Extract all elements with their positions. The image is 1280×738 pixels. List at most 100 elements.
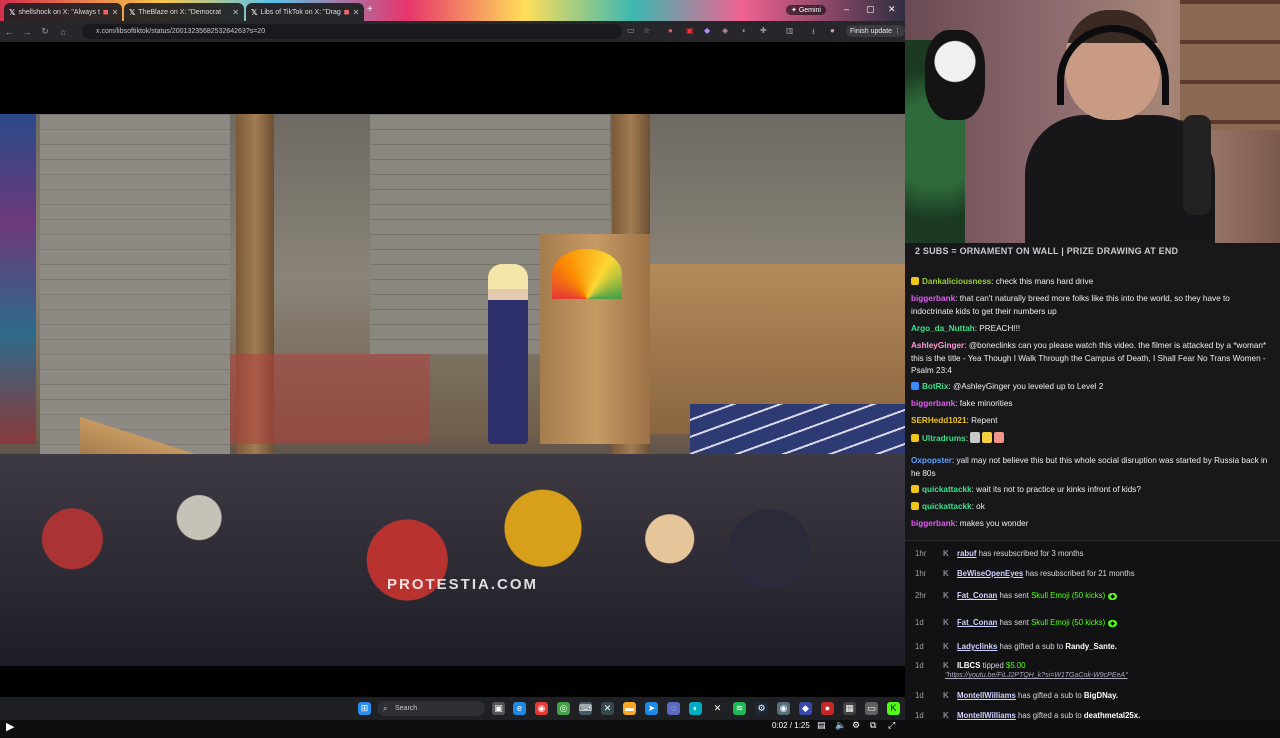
profile-avatar-icon[interactable]: ● [830, 26, 835, 35]
chat-text: wait its not to practice ur kinks infron… [976, 485, 1141, 494]
tab-libsoftiktok[interactable]: 𝕏 Libs of TikTok on X: "Drag ◼ ✕ [246, 3, 364, 21]
app-icon[interactable]: ⌨ [579, 702, 592, 715]
chat-username[interactable]: AshleyGinger [911, 341, 964, 350]
feed-text: Fat_Conan has sent Skull Emoji (50 kicks… [957, 618, 1117, 627]
reload-icon[interactable]: ↻ [36, 26, 54, 37]
bookmark-star-icon[interactable]: ☆ [643, 26, 650, 35]
feed-username[interactable]: MontellWilliams [957, 711, 1016, 720]
feed-username[interactable]: BeWiseOpenEyes [957, 569, 1023, 578]
chat-username[interactable]: SERHedd1021 [911, 416, 967, 425]
file-explorer-icon[interactable]: ▬ [623, 702, 636, 715]
chat-username[interactable]: Argo_da_Nuttah [911, 324, 975, 333]
feed-username[interactable]: rabuf [957, 549, 977, 558]
chat-username[interactable]: quickattackk [922, 485, 972, 494]
tab-theblaze[interactable]: 𝕏 TheBlaze on X: "Democrat ✕ [124, 3, 244, 21]
chat-message: quickattackk: ok [911, 501, 1273, 514]
feed-username[interactable]: ILBCS [957, 661, 980, 670]
kids-table [230, 354, 430, 444]
feed-age: 1d [915, 642, 924, 651]
spotify-icon[interactable]: ≋ [733, 702, 746, 715]
app-icon[interactable]: ◌ [667, 702, 680, 715]
chrome-icon[interactable]: ◉ [535, 702, 548, 715]
chat-username[interactable]: Ultradrums [922, 434, 966, 443]
feed-gift-target[interactable]: BigDNay. [1084, 691, 1118, 700]
gemini-button[interactable]: ✦ Gemini [786, 5, 826, 15]
back-icon[interactable]: ← [0, 27, 18, 37]
task-view-icon[interactable]: ▣ [492, 702, 505, 715]
url-field[interactable]: x.com/libsoftiktok/status/20013235682532… [82, 24, 622, 39]
finish-update-button[interactable]: Finish update ⋮ [846, 25, 905, 37]
home-icon[interactable]: ⌂ [54, 27, 72, 37]
close-tab-icon[interactable]: ✕ [232, 8, 239, 17]
mute-icon[interactable]: ◼ [344, 8, 350, 16]
feed-username[interactable]: Fat_Conan [957, 618, 997, 627]
chat-username[interactable]: Dankaliciousness [922, 277, 991, 286]
app-icon[interactable]: ● [821, 702, 834, 715]
windows-start-icon[interactable]: ⊞ [358, 702, 371, 715]
settings-gear-icon[interactable]: ⚙ [852, 720, 860, 731]
chat-username[interactable]: quickattackk [922, 502, 972, 511]
chat-username[interactable]: biggerbank [911, 399, 955, 408]
picture-in-picture-icon[interactable]: ⧉ [870, 720, 876, 731]
app-icon[interactable]: ◐ [689, 702, 702, 715]
new-tab-button[interactable]: + [367, 4, 373, 15]
chat-badge-icon [911, 382, 919, 390]
chat-username[interactable]: BotRix [922, 382, 948, 391]
feed-gift-target[interactable]: deathmetal25x. [1084, 711, 1140, 720]
feed-tip-link[interactable]: "https://youtu.be/FiLJ2PTQH_k?si=W1TGaCo… [945, 672, 1128, 679]
mascot-figure [925, 30, 985, 120]
chat-message: Dankaliciousness: check this mans hard d… [911, 276, 1273, 289]
feed-username[interactable]: MontellWilliams [957, 691, 1016, 700]
close-tab-icon[interactable]: ✕ [353, 8, 360, 17]
volume-icon[interactable]: 🔈 [835, 720, 846, 731]
forward-icon[interactable]: → [18, 27, 36, 37]
feed-event-text: has gifted a sub to [997, 642, 1066, 651]
stained-glass-window [0, 114, 36, 444]
fullscreen-icon[interactable]: ⤢ [888, 720, 895, 731]
edge-icon[interactable]: e [513, 702, 526, 715]
app-icon[interactable]: ◉ [777, 702, 790, 715]
feed-gift-target[interactable]: Randy_Sante. [1065, 642, 1117, 651]
feed-username[interactable]: Ladyclinks [957, 642, 997, 651]
app-icon[interactable]: ▦ [843, 702, 856, 715]
app-icon[interactable]: ✕ [711, 702, 724, 715]
performer [488, 264, 528, 444]
extensions-puzzle-icon[interactable]: ✚ [760, 26, 767, 35]
feed-username[interactable]: Fat_Conan [957, 591, 997, 600]
extension-icon[interactable]: ◐ [742, 26, 747, 35]
cast-icon[interactable]: ▭ [627, 26, 635, 35]
feed-text: Fat_Conan has sent Skull Emoji (50 kicks… [957, 591, 1117, 600]
video-player[interactable]: PROTESTIA.COM ▶ 0:02 / 1:25 ▤ 🔈 ⚙ ⧉ ⤢ [0, 42, 905, 733]
maximize-icon[interactable]: ▢ [866, 4, 875, 15]
captions-icon[interactable]: ▤ [817, 720, 826, 731]
extension-icon[interactable]: ◈ [722, 26, 728, 35]
tab-shellshock[interactable]: 𝕏 shellshock on X: "Always t ◼ ✕ [4, 3, 122, 21]
play-icon[interactable]: ▶ [6, 720, 14, 733]
steam-icon[interactable]: ⚙ [755, 702, 768, 715]
app-icon[interactable]: ➤ [645, 702, 658, 715]
chat-username[interactable]: biggerbank [911, 294, 955, 303]
download-icon[interactable]: ⭳ [812, 26, 815, 40]
app-icon[interactable]: ◆ [799, 702, 812, 715]
minimize-icon[interactable]: – [844, 4, 849, 14]
feed-gift: Skull Emoji (50 kicks) [1031, 618, 1106, 627]
kick-icon[interactable]: K [887, 702, 900, 715]
extension-icon[interactable]: ▣ [686, 26, 694, 35]
address-bar-row: ← → ↻ ⌂ x.com/libsoftiktok/status/200132… [0, 21, 905, 42]
app-icon[interactable]: ✕ [601, 702, 614, 715]
extension-icon[interactable]: ◆ [704, 26, 710, 35]
video-frame[interactable]: PROTESTIA.COM [0, 114, 905, 666]
taskbar-search-label: Search [395, 705, 418, 712]
extension-icon[interactable]: ● [668, 26, 673, 35]
app-icon[interactable]: ▭ [865, 702, 878, 715]
taskbar-search[interactable]: ⌕ Search [377, 701, 485, 716]
close-window-icon[interactable]: ✕ [888, 4, 896, 15]
app-icon[interactable]: ◎ [557, 702, 570, 715]
close-tab-icon[interactable]: ✕ [112, 8, 119, 17]
sidebar-icon[interactable]: ▥ [786, 26, 794, 35]
feed-event-text: has gifted a sub to [1015, 691, 1084, 700]
mute-icon[interactable]: ◼ [103, 8, 109, 16]
chat-username[interactable]: biggerbank [911, 519, 955, 528]
chat-username[interactable]: Oxpopster [911, 456, 952, 465]
kick-logo-icon: K [943, 549, 949, 558]
